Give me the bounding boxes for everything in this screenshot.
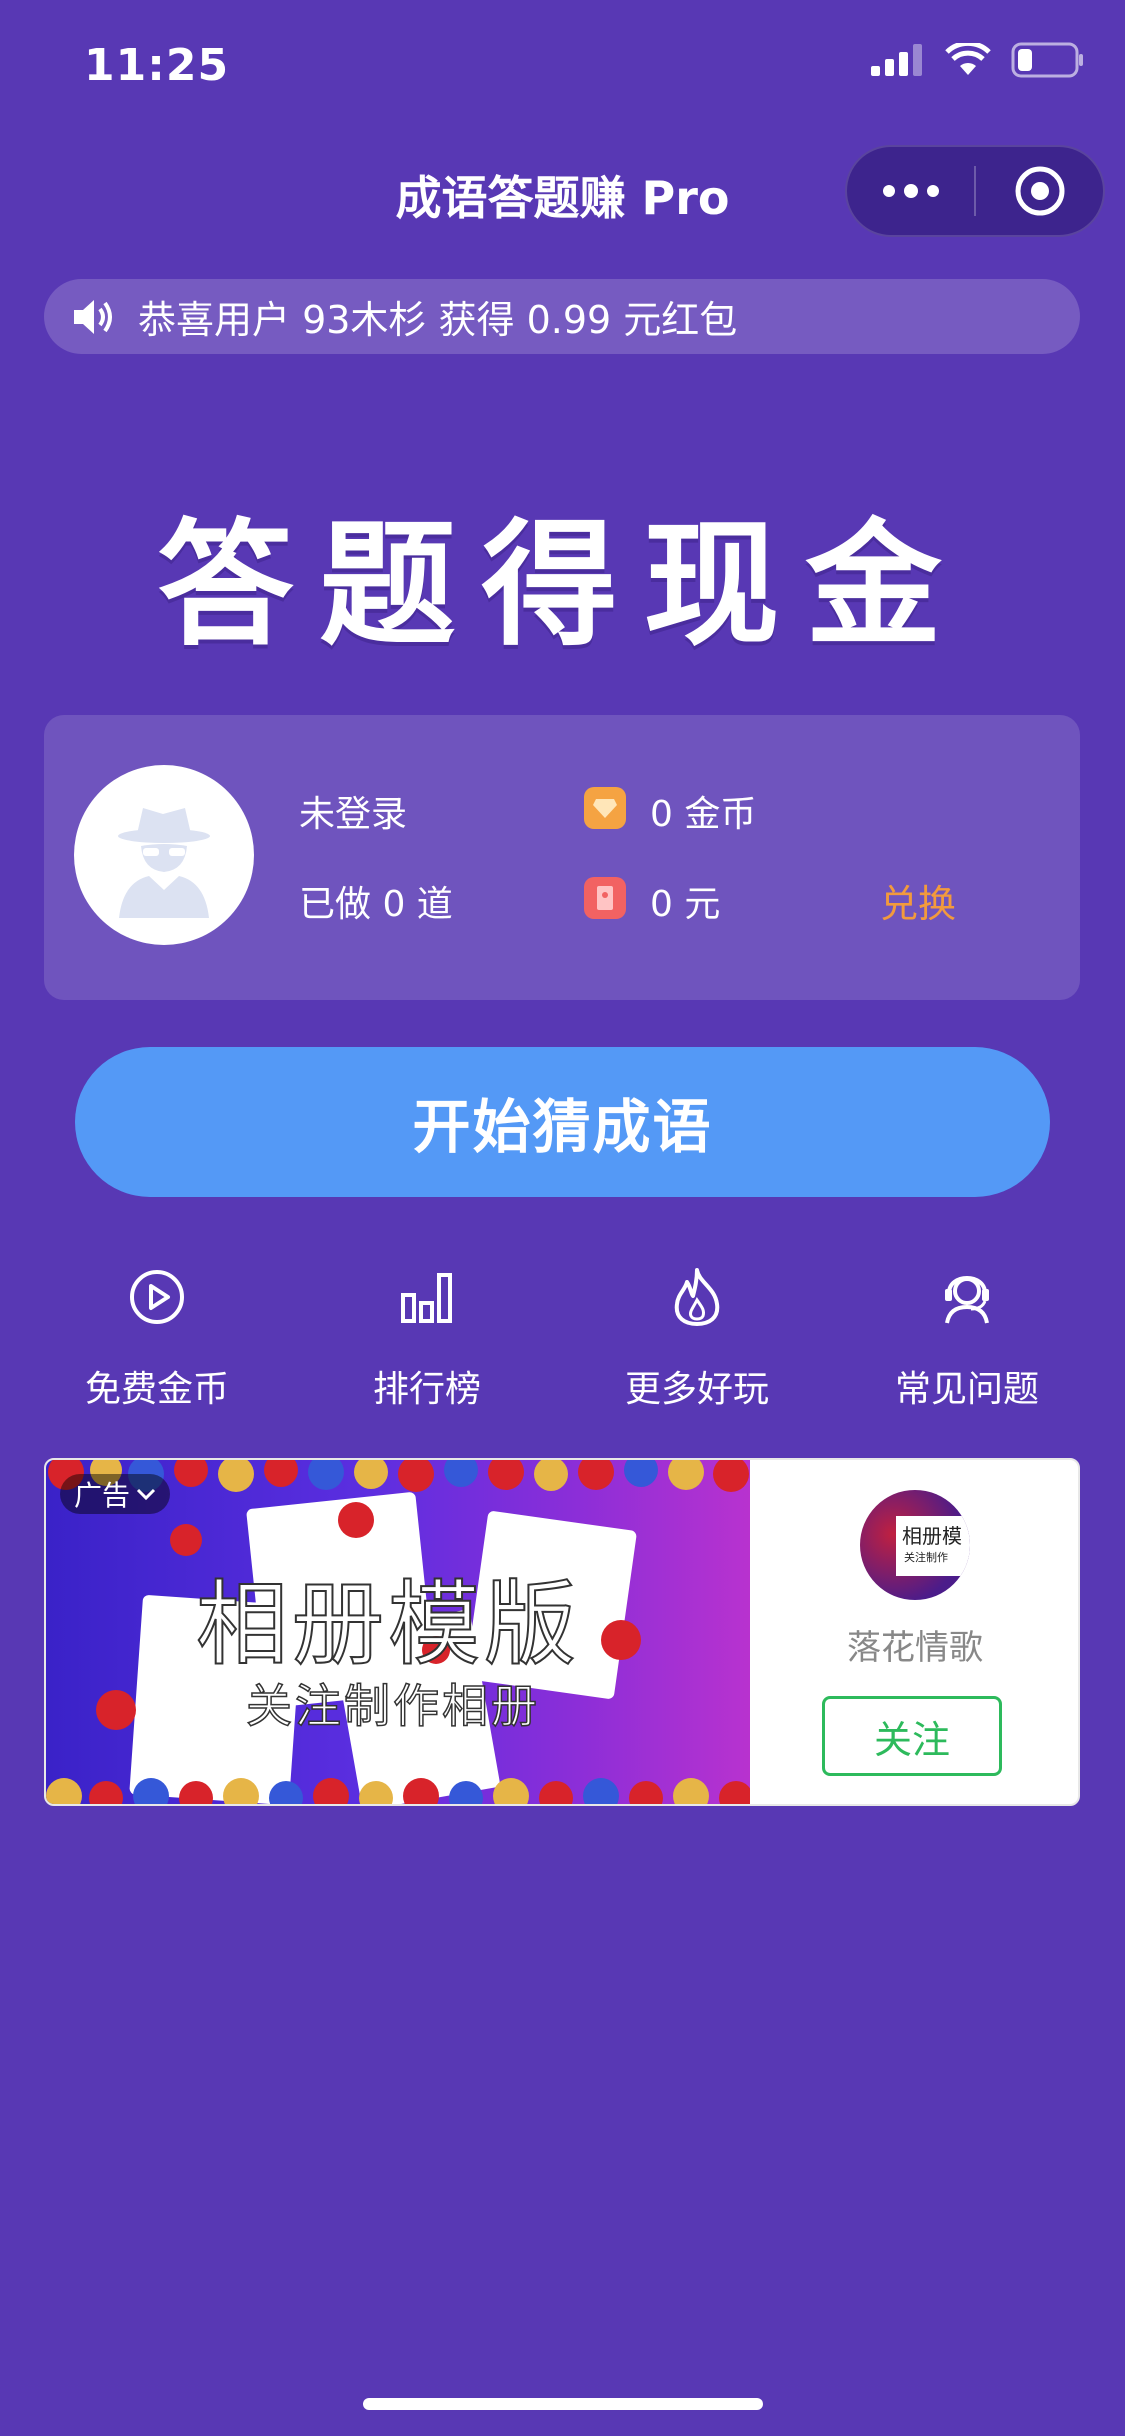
ad-avatar-card: 相册模 关注制作 xyxy=(896,1516,970,1576)
play-circle-icon xyxy=(130,1270,184,1324)
flame-icon xyxy=(674,1268,720,1326)
follow-button[interactable]: 关注 xyxy=(822,1696,1002,1776)
menu-more-games[interactable]: 更多好玩 xyxy=(582,1262,812,1412)
menu-label: 排行榜 xyxy=(372,1369,481,1410)
ad-image-title: 相册模版 xyxy=(195,1570,581,1679)
more-dots-icon xyxy=(882,184,939,198)
questions-done: 已做 0 道 xyxy=(299,884,453,925)
coin-icon xyxy=(584,787,626,829)
cash-balance: 0 元 xyxy=(650,884,721,925)
bar-chart-icon xyxy=(401,1273,452,1323)
menu-faq[interactable]: 常见问题 xyxy=(852,1262,1082,1412)
notice-text: 恭喜用户 93木杉 获得 0.99 元红包 xyxy=(138,298,738,342)
support-agent-icon xyxy=(945,1276,989,1324)
signal-icon xyxy=(871,44,922,76)
home-indicator[interactable] xyxy=(363,2398,763,2410)
status-icons xyxy=(871,42,1085,78)
battery-icon xyxy=(1011,42,1083,78)
coin-balance: 0 金币 xyxy=(650,794,757,835)
headline: 答题得现金 xyxy=(157,507,968,665)
menu-label: 常见问题 xyxy=(894,1369,1039,1410)
close-mini-program-button[interactable] xyxy=(976,147,1103,235)
more-button[interactable] xyxy=(847,147,974,235)
user-card: 未登录 已做 0 道 0 金币 0 元 兑换 xyxy=(44,715,1080,1000)
ad-account-name: 落花情歌 xyxy=(847,1628,983,1668)
ad-image[interactable]: 广告 相册模版 关注制作相册 xyxy=(46,1460,750,1804)
avatar[interactable] xyxy=(74,765,254,945)
mini-program-capsule xyxy=(845,145,1105,237)
wifi-icon xyxy=(945,43,991,75)
ad-tag-text: 广告 xyxy=(74,1479,131,1512)
login-status[interactable]: 未登录 xyxy=(299,785,407,837)
menu-label: 更多好玩 xyxy=(624,1369,769,1410)
incognito-user-icon xyxy=(118,808,210,918)
chevron-down-icon xyxy=(136,1488,156,1501)
ad-image-subtitle: 关注制作相册 xyxy=(245,1678,540,1734)
menu-free-coins[interactable]: 免费金币 xyxy=(42,1262,272,1412)
ad-account-panel: 相册模 关注制作 落花情歌 关注 xyxy=(750,1460,1078,1804)
ad-label[interactable]: 广告 xyxy=(60,1474,171,1514)
ad-banner[interactable]: 广告 相册模版 关注制作相册 相册模 关注制作 落花情歌 关注 xyxy=(44,1458,1080,1806)
winner-notice-bar: 恭喜用户 93木杉 获得 0.99 元红包 xyxy=(44,279,1080,354)
red-envelope-icon xyxy=(584,877,626,919)
menu-leaderboard[interactable]: 排行榜 xyxy=(312,1262,542,1412)
ad-avatar-text: 相册模 xyxy=(902,1524,962,1548)
target-icon xyxy=(1015,166,1064,216)
start-game-button[interactable]: 开始猜成语 xyxy=(75,1047,1050,1197)
redeem-link[interactable]: 兑换 xyxy=(880,873,956,928)
ad-avatar-subtext: 关注制作 xyxy=(904,1551,948,1564)
menu-label: 免费金币 xyxy=(84,1369,229,1410)
speaker-icon xyxy=(74,299,112,334)
ad-account-avatar[interactable]: 相册模 关注制作 xyxy=(860,1490,970,1600)
status-time: 11:25 xyxy=(84,40,230,91)
